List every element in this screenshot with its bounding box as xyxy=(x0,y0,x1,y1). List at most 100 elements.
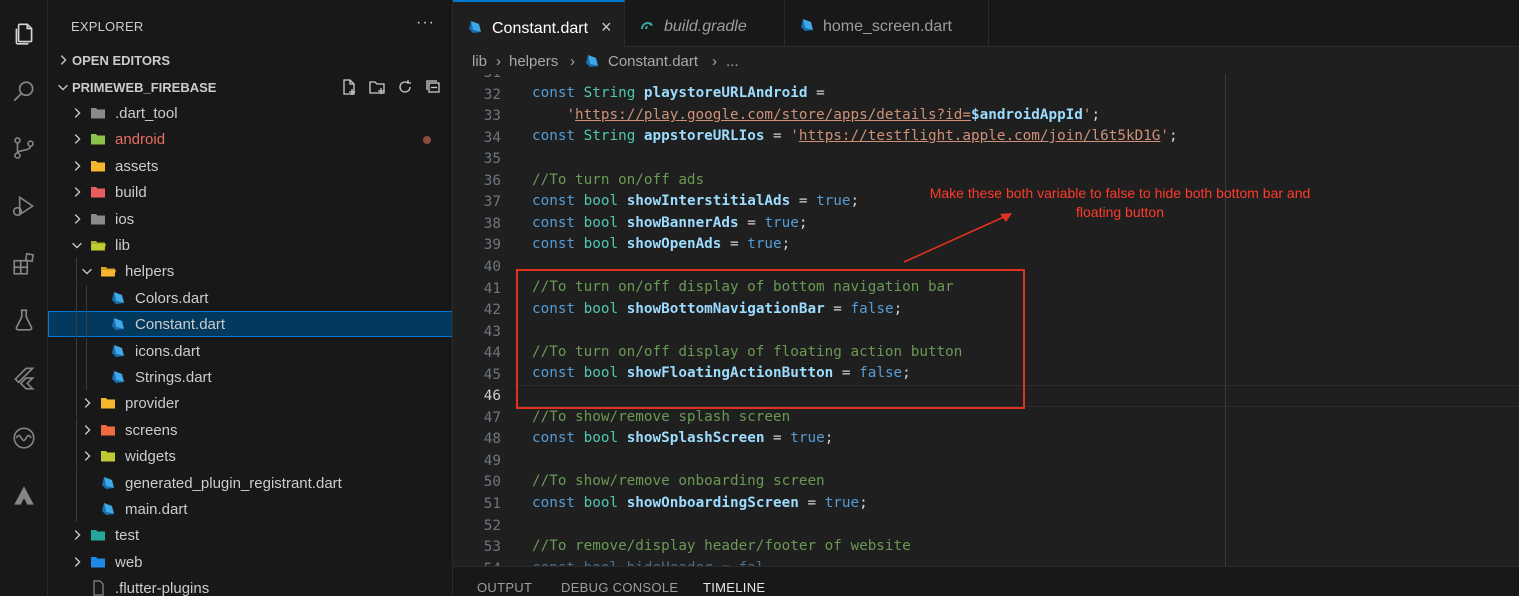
code-line: 'https://play.google.com/store/apps/deta… xyxy=(566,107,1101,123)
close-icon[interactable]: × xyxy=(601,17,612,38)
vertical-ruler xyxy=(1225,74,1226,566)
code-line: const String playstoreURLAndroid = xyxy=(532,85,825,101)
tree-folder[interactable]: web xyxy=(48,549,452,575)
lib-folder-icon xyxy=(91,241,106,251)
tree-item-label: test xyxy=(115,527,140,544)
new-file-icon[interactable] xyxy=(340,78,358,96)
project-section[interactable]: PRIMEWEB_FIREBASE xyxy=(48,77,452,99)
tab-label: home_screen.dart xyxy=(823,18,952,35)
tree-file[interactable]: main.dart xyxy=(48,496,452,522)
chevron-right-icon[interactable] xyxy=(70,132,84,146)
folder-icon xyxy=(91,108,105,119)
dart-file-icon xyxy=(112,371,124,383)
line-number: 47 xyxy=(483,409,501,426)
more-actions-icon[interactable]: ··· xyxy=(416,14,435,32)
tab-label: build.gradle xyxy=(664,18,747,35)
tree-file[interactable]: icons.dart xyxy=(48,338,452,364)
new-folder-icon[interactable] xyxy=(368,78,386,96)
breadcrumb-lib[interactable]: lib xyxy=(472,53,487,70)
tree-file[interactable]: .flutter-plugins xyxy=(48,575,452,596)
tree-item-label: widgets xyxy=(125,448,176,465)
tree-item-label: screens xyxy=(125,422,178,439)
tree-folder[interactable]: screens xyxy=(48,417,452,443)
tree-item-label: Colors.dart xyxy=(135,290,209,307)
tree-folder[interactable]: .dart_tool xyxy=(48,100,452,126)
chevron-right-icon[interactable] xyxy=(80,449,94,463)
chevron-right-icon[interactable] xyxy=(80,396,94,410)
breadcrumb-helpers[interactable]: helpers xyxy=(509,53,558,70)
line-number: 39 xyxy=(483,237,501,254)
chevron-right-icon[interactable] xyxy=(70,212,84,226)
tree-folder[interactable]: lib xyxy=(48,232,452,258)
indent-guide xyxy=(76,470,77,496)
line-number: 41 xyxy=(483,280,501,297)
flutter-icon[interactable] xyxy=(0,358,48,398)
indent-guide xyxy=(76,417,77,443)
tree-item-label: build xyxy=(115,184,147,201)
tree-folder[interactable]: build xyxy=(48,179,452,205)
tree-folder[interactable]: provider xyxy=(48,390,452,416)
tree-file[interactable]: Colors.dart xyxy=(48,285,452,311)
tree-item-label: helpers xyxy=(125,263,175,280)
tree-item-label: .dart_tool xyxy=(115,105,178,122)
tree-item-label: Strings.dart xyxy=(135,369,212,386)
dart-file-icon xyxy=(112,318,124,330)
tree-item-label: assets xyxy=(115,158,159,175)
panel-tab-output[interactable]: OUTPUT xyxy=(477,580,532,595)
line-number: 52 xyxy=(483,517,501,534)
explorer-sidebar: EXPLORER ··· OPEN EDITORS PRIMEWEB_FIREB… xyxy=(48,0,453,596)
search-icon[interactable] xyxy=(0,72,48,112)
wave-icon[interactable] xyxy=(0,418,48,458)
collapse-all-icon[interactable] xyxy=(424,78,442,96)
explorer-icon[interactable] xyxy=(0,14,48,54)
tab-label: Constant.dart xyxy=(492,20,589,37)
chevron-right-icon[interactable] xyxy=(80,423,94,437)
line-number: 33 xyxy=(483,108,501,125)
source-control-icon[interactable] xyxy=(0,128,48,168)
breadcrumb-symbols[interactable]: ... xyxy=(726,53,739,70)
tab-build-gradle[interactable]: build.gradle xyxy=(625,0,785,47)
dart-file-icon xyxy=(586,55,598,67)
tab-home-screen-dart[interactable]: home_screen.dart xyxy=(785,0,989,47)
code-line: const String appstoreURLIos = 'https://t… xyxy=(532,128,1178,144)
run-debug-icon[interactable] xyxy=(0,186,48,226)
chevron-right-icon[interactable] xyxy=(70,159,84,173)
screens-folder-icon xyxy=(101,425,115,436)
chevron-down-icon[interactable] xyxy=(70,238,84,252)
breadcrumb-constant-dart[interactable]: Constant.dart xyxy=(608,53,698,70)
chevron-down-icon[interactable] xyxy=(80,264,94,278)
code-line: const bool showOnboardingScreen = true; xyxy=(532,495,868,511)
open-editors-section[interactable]: OPEN EDITORS xyxy=(48,50,452,72)
widgets-folder-icon xyxy=(101,451,115,462)
line-number: 43 xyxy=(483,323,501,340)
ios-folder-icon xyxy=(91,214,105,225)
code-line: const bool showInterstitialAds = true; xyxy=(532,193,860,209)
extensions-icon[interactable] xyxy=(0,244,48,284)
line-number: 53 xyxy=(483,539,501,556)
panel-tab-debug-console[interactable]: DEBUG CONSOLE xyxy=(561,580,678,595)
tree-folder[interactable]: test xyxy=(48,522,452,548)
tree-item-label: lib xyxy=(115,237,131,254)
line-number: 45 xyxy=(483,366,501,383)
chevron-right-icon[interactable] xyxy=(70,528,84,542)
tab-constant-dart[interactable]: Constant.dart × xyxy=(453,0,625,47)
chevron-right-icon[interactable] xyxy=(70,555,84,569)
code-line: //To show/remove splash screen xyxy=(532,409,791,425)
tree-folder[interactable]: assets xyxy=(48,153,452,179)
testing-icon[interactable] xyxy=(0,300,48,340)
tree-folder[interactable]: helpers xyxy=(48,258,452,284)
tree-file[interactable]: Strings.dart xyxy=(48,364,452,390)
atlassian-icon[interactable] xyxy=(0,476,48,516)
tree-file[interactable]: Constant.dart xyxy=(48,311,452,337)
panel-tab-timeline[interactable]: TIMELINE xyxy=(703,580,765,595)
web-folder-icon xyxy=(91,557,105,568)
tree-folder[interactable]: widgets xyxy=(48,443,452,469)
tree-item-label: icons.dart xyxy=(135,343,201,360)
chevron-right-icon[interactable] xyxy=(70,106,84,120)
tree-file[interactable]: generated_plugin_registrant.dart xyxy=(48,470,452,496)
tree-folder[interactable]: ios xyxy=(48,206,452,232)
refresh-icon[interactable] xyxy=(396,78,414,96)
chevron-right-icon[interactable] xyxy=(70,185,84,199)
tree-folder[interactable]: android xyxy=(48,126,452,152)
code-line: //To turn on/off ads xyxy=(532,172,705,188)
